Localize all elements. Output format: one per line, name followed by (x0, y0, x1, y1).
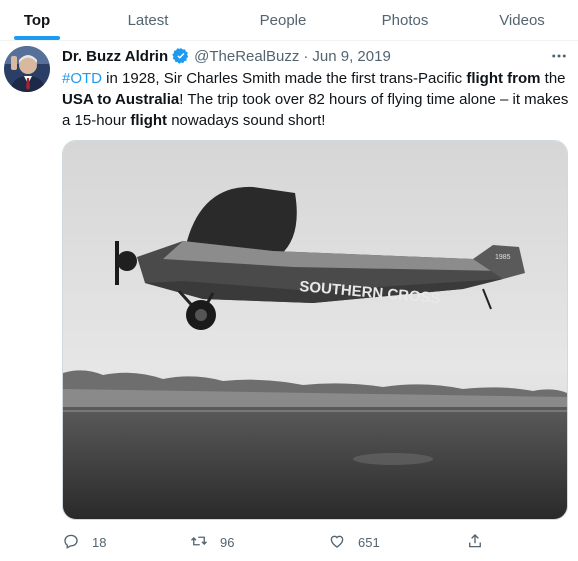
highlighted-term: USA to Australia (62, 91, 180, 108)
retweet-count: 96 (220, 534, 235, 550)
separator-dot: · (303, 47, 309, 65)
highlighted-term: flight from (466, 70, 541, 87)
highlighted-term: flight (130, 112, 168, 129)
avatar[interactable] (4, 46, 50, 92)
like-button[interactable]: 651 (328, 532, 380, 552)
tab-photos-label: Photos (381, 11, 429, 29)
tab-videos-label: Videos (499, 11, 545, 29)
tweet-text-part: in 1928, Sir Charles Smith made the firs… (102, 70, 467, 87)
tab-latest-label: Latest (127, 11, 169, 29)
author-handle[interactable]: @TheRealBuzz (194, 48, 299, 65)
tab-latest[interactable]: Latest (74, 0, 222, 40)
verified-badge-icon (172, 47, 190, 65)
reply-icon (62, 532, 92, 553)
tab-photos[interactable]: Photos (344, 0, 466, 40)
reply-button[interactable]: 18 (62, 532, 106, 552)
tab-top-label: Top (23, 11, 51, 29)
tweet-text: #OTD in 1928, Sir Charles Smith made the… (62, 68, 572, 131)
share-icon (466, 532, 496, 553)
retweet-button[interactable]: 96 (190, 532, 234, 552)
tweet-text-part: the (540, 70, 566, 87)
tail-number: 1985 (495, 254, 511, 261)
hashtag-link[interactable]: #OTD (62, 70, 102, 87)
tweet-photo[interactable]: 1985 SOUTHERN CROSS (62, 140, 568, 520)
tweet-actions: 18 96 651 (62, 532, 492, 552)
tweet-header: Dr. Buzz Aldrin @TheRealBuzz · Jun 9, 20… (62, 46, 391, 66)
author-name[interactable]: Dr. Buzz Aldrin (62, 48, 168, 65)
tab-videos[interactable]: Videos (466, 0, 578, 40)
search-tabs: Top Latest People Photos Videos (0, 0, 578, 41)
active-tab-indicator (14, 36, 60, 40)
tab-people[interactable]: People (222, 0, 344, 40)
tweet-date[interactable]: Jun 9, 2019 (312, 48, 390, 65)
tab-people-label: People (259, 11, 307, 29)
reply-count: 18 (92, 534, 107, 550)
more-horizontal-icon[interactable] (548, 46, 570, 66)
heart-icon (328, 532, 358, 553)
share-button[interactable] (466, 532, 496, 552)
like-count: 651 (358, 534, 380, 550)
retweet-icon (190, 532, 220, 553)
tweet-text-part: nowadays sound short! (167, 112, 326, 129)
tab-top[interactable]: Top (0, 0, 74, 40)
